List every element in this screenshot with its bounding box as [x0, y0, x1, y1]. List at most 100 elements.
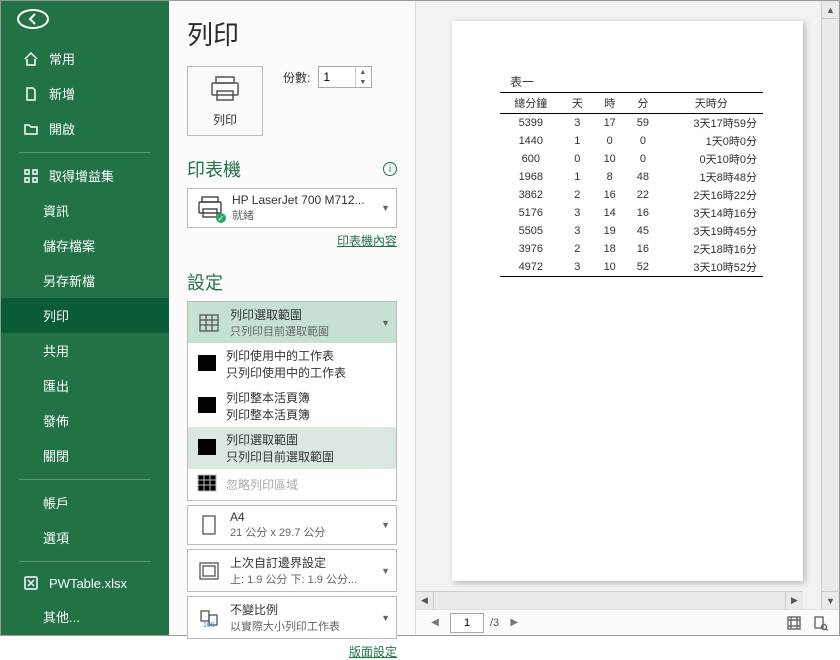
printer-icon	[208, 74, 242, 107]
scaling-icon: 100	[196, 606, 222, 630]
table-row: 4972310523天10時52分	[500, 258, 763, 277]
sidebar-item-label: 資訊	[43, 201, 69, 220]
sheet-icon	[196, 473, 218, 496]
print-button-label: 列印	[213, 111, 237, 128]
page-setup-link[interactable]: 版面設定	[187, 643, 397, 660]
excel-icon	[23, 575, 39, 591]
settings-section-title: 設定	[187, 269, 223, 295]
sidebar-item-sb1-0[interactable]: 常用	[1, 41, 169, 76]
back-button[interactable]	[17, 9, 49, 29]
prev-page-button[interactable]: ◀	[426, 614, 444, 632]
folder-icon	[23, 121, 39, 137]
sidebar-item-sb2-4[interactable]: 列印	[1, 298, 169, 333]
copies-input[interactable]	[319, 70, 355, 84]
sidebar-item-sb1-2[interactable]: 開啟	[1, 111, 169, 146]
sidebar-item-label: 新增	[49, 84, 75, 103]
sidebar-item-label: 發佈	[43, 411, 69, 430]
sidebar-item-sb2-8[interactable]: 關閉	[1, 438, 169, 473]
sidebar-item-label: 帳戶	[43, 493, 69, 512]
print-scope-selected[interactable]: 列印選取範圍只列印目前選取範圍 ▼	[188, 302, 396, 343]
printer-properties-link[interactable]: 印表機內容	[187, 232, 397, 249]
show-margins-button[interactable]	[785, 614, 803, 632]
sidebar-more-label: 其他...	[43, 607, 80, 626]
sidebar-item-sb1-1[interactable]: 新增	[1, 76, 169, 111]
table-row: 196818481天8時48分	[500, 168, 763, 186]
sidebar-item-sb2-0[interactable]: 取得增益集	[1, 158, 169, 193]
table-title: 表一	[510, 73, 763, 90]
page-total: /3	[490, 617, 499, 629]
table-header: 天	[562, 93, 593, 114]
chevron-down-icon: ▼	[381, 520, 390, 530]
sidebar-item-label: 關閉	[43, 446, 69, 465]
backstage-sidebar: 常用新增開啟 取得增益集資訊儲存檔案另存新檔列印共用匯出發佈關閉 帳戶選項 PW…	[1, 1, 169, 635]
vertical-scrollbar[interactable]: ▲ ▼	[821, 1, 839, 609]
sidebar-item-sb2-1[interactable]: 資訊	[1, 193, 169, 228]
table-row: 5505319453天19時45分	[500, 222, 763, 240]
table-header: 總分鐘	[500, 93, 562, 114]
sheet-icon	[196, 437, 218, 460]
sidebar-more[interactable]: 其他...	[1, 599, 169, 634]
sidebar-item-sb2-5[interactable]: 共用	[1, 333, 169, 368]
sidebar-document[interactable]: PWTable.xlsx	[1, 567, 169, 599]
page-number-input[interactable]	[450, 613, 484, 633]
table-row: 3862216222天16時22分	[500, 186, 763, 204]
paper-size-dropdown[interactable]: A421 公分 x 29.7 公分 ▼	[187, 505, 397, 545]
scroll-up-button[interactable]: ▲	[822, 1, 839, 19]
margins-dropdown[interactable]: 上次自訂邊界設定上: 1.9 公分 下: 1.9 公分... ▼	[187, 549, 397, 592]
printer-name: HP LaserJet 700 M712...	[232, 193, 365, 207]
table-header: 分	[626, 93, 659, 114]
printer-device-icon: ✓	[196, 195, 224, 221]
sheet-icon	[196, 395, 218, 418]
zoom-to-page-button[interactable]	[811, 614, 829, 632]
sidebar-item-sb2-6[interactable]: 匯出	[1, 368, 169, 403]
scope-option-3: 忽略列印區域	[188, 469, 396, 500]
scope-option-2[interactable]: 列印選取範圍只列印目前選取範圍	[188, 427, 396, 469]
table-header: 時	[593, 93, 626, 114]
scroll-down-button[interactable]: ▼	[822, 591, 839, 609]
table-row: 5399317593天17時59分	[500, 114, 763, 133]
horizontal-scrollbar[interactable]: ◀ ▶	[416, 591, 803, 609]
sidebar-item-label: 取得增益集	[49, 166, 114, 185]
table-row: 14401001天0時0分	[500, 132, 763, 150]
next-page-button[interactable]: ▶	[505, 614, 523, 632]
copies-spinner[interactable]: ▲ ▼	[318, 66, 372, 88]
copies-down[interactable]: ▼	[355, 77, 369, 87]
doc-icon	[23, 86, 39, 102]
sidebar-item-label: 儲存檔案	[43, 236, 95, 255]
sheet-icon	[196, 311, 222, 335]
sidebar-item-label: 開啟	[49, 119, 75, 138]
chevron-down-icon: ▼	[381, 613, 390, 623]
page-icon	[196, 513, 222, 537]
margins-icon	[196, 559, 222, 583]
table-row: 5176314163天14時16分	[500, 204, 763, 222]
sheet-icon	[196, 353, 218, 376]
sidebar-item-label: 常用	[49, 49, 75, 68]
scaling-dropdown[interactable]: 100 不變比例以實際大小列印工作表 ▼	[187, 596, 397, 639]
copies-up[interactable]: ▲	[355, 67, 369, 77]
chevron-down-icon: ▼	[381, 566, 390, 576]
info-icon[interactable]: i	[383, 162, 397, 176]
chevron-down-icon: ▼	[381, 318, 390, 328]
sidebar-item-sb2-3[interactable]: 另存新檔	[1, 263, 169, 298]
grid-icon	[23, 168, 39, 184]
table-row: 60001000天10時0分	[500, 150, 763, 168]
preview-pager: ◀ /3 ▶	[416, 609, 839, 635]
printer-selector[interactable]: ✓ HP LaserJet 700 M712... 就緒 ▼	[187, 188, 397, 228]
sidebar-item-label: 列印	[43, 306, 69, 325]
printer-section-title: 印表機	[187, 156, 241, 182]
scroll-left-button[interactable]: ◀	[416, 592, 434, 610]
scope-option-0[interactable]: 列印使用中的工作表只列印使用中的工作表	[188, 343, 396, 385]
print-settings-column: 列印 列印 份數: ▲ ▼	[169, 1, 415, 635]
scroll-right-button[interactable]: ▶	[785, 592, 803, 610]
sidebar-item-sb2-2[interactable]: 儲存檔案	[1, 228, 169, 263]
sidebar-item-sb3-0[interactable]: 帳戶	[1, 485, 169, 520]
print-button[interactable]: 列印	[187, 66, 263, 136]
sidebar-item-sb3-1[interactable]: 選項	[1, 520, 169, 555]
sidebar-item-sb2-7[interactable]: 發佈	[1, 403, 169, 438]
scope-option-1[interactable]: 列印整本活頁簿列印整本活頁簿	[188, 385, 396, 427]
home-icon	[23, 51, 39, 67]
table-row: 3976218162天18時16分	[500, 240, 763, 258]
printer-ready-icon: ✓	[216, 213, 226, 223]
sidebar-document-label: PWTable.xlsx	[49, 576, 127, 591]
sidebar-item-label: 另存新檔	[43, 271, 95, 290]
